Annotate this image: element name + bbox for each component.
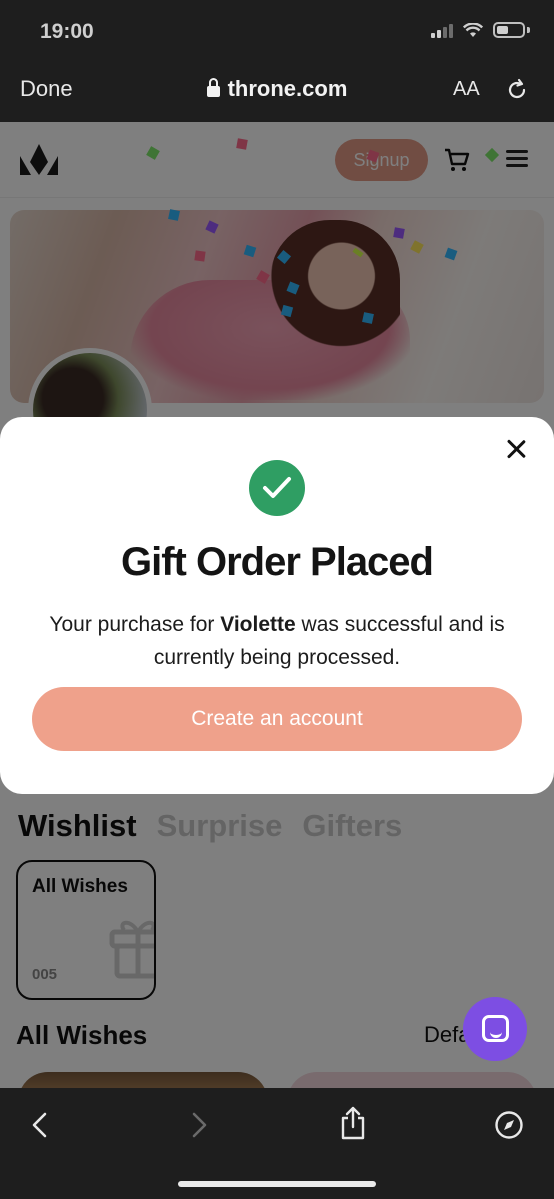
status-bar: 19:00 <box>0 0 554 62</box>
share-icon[interactable] <box>338 1106 368 1140</box>
close-icon[interactable] <box>502 435 530 463</box>
modal-message: Your purchase for Violette was successfu… <box>49 613 505 669</box>
chat-icon <box>482 1015 509 1042</box>
text-size-button[interactable]: AA <box>453 78 480 101</box>
check-icon <box>249 460 305 516</box>
create-account-button[interactable]: Create an account <box>32 687 522 751</box>
recipient-name: Violette <box>220 613 296 636</box>
status-icons <box>431 22 530 38</box>
compass-icon[interactable] <box>494 1110 524 1140</box>
modal-title: Gift Order Placed <box>121 540 434 584</box>
forward-icon[interactable] <box>183 1110 213 1140</box>
home-indicator <box>178 1181 376 1187</box>
safari-top-bar: Done throne.com AA <box>0 62 554 122</box>
battery-icon <box>493 22 525 38</box>
status-time: 19:00 <box>40 20 94 43</box>
back-icon[interactable] <box>26 1110 56 1140</box>
url-text: throne.com <box>227 76 348 101</box>
battery-tip <box>527 27 530 33</box>
lock-icon <box>206 78 220 97</box>
reload-icon[interactable] <box>505 78 529 102</box>
wifi-icon <box>463 22 483 37</box>
signal-icon <box>431 22 453 38</box>
chat-button[interactable] <box>463 997 527 1061</box>
